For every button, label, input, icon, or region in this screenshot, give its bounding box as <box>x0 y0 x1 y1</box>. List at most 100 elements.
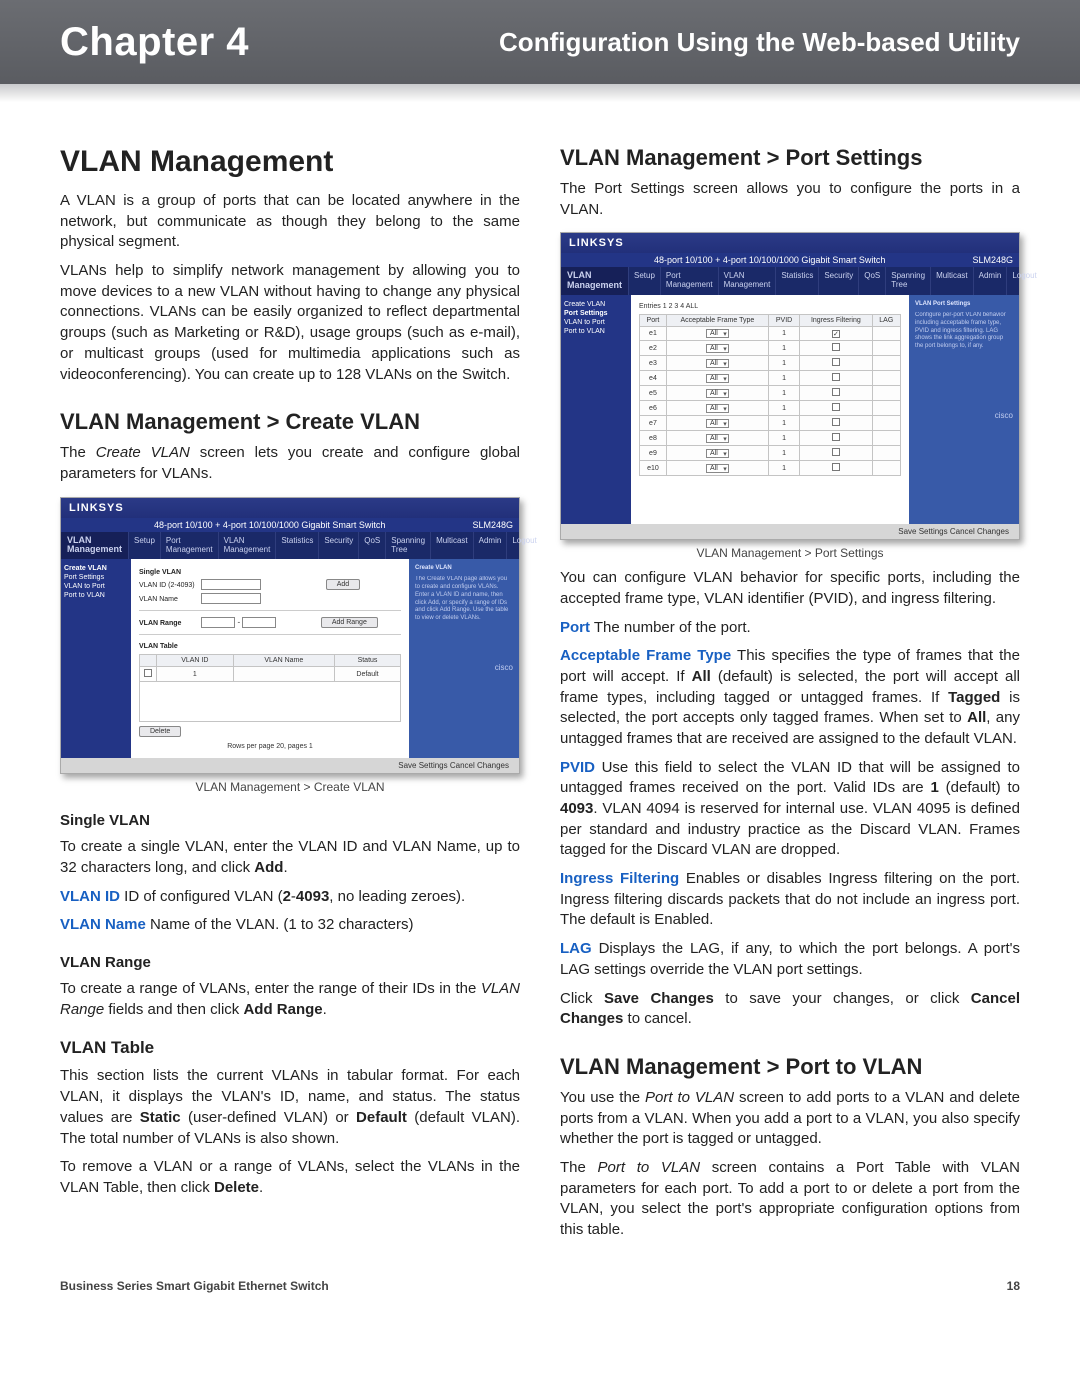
fig1-table-label: VLAN Table <box>139 643 199 650</box>
fig1-vlanid-input[interactable] <box>201 579 261 590</box>
fig1-range-to[interactable] <box>242 617 276 628</box>
fig1-tab[interactable]: Statistics <box>275 532 318 560</box>
fig1-brand: LINKSYS <box>61 498 519 518</box>
para-term-ingress: Ingress Filtering Enables or disables In… <box>560 869 1020 931</box>
fig2-footer[interactable]: Save Settings Cancel Changes <box>561 524 1019 539</box>
fig2-th: LAG <box>872 315 900 327</box>
fig1-device: 48-port 10/100 + 4-port 10/100/1000 Giga… <box>154 520 385 530</box>
fig1-side-item[interactable]: Port to VLAN <box>64 592 128 599</box>
fig2-nav-label: VLAN Management <box>561 267 628 295</box>
fig2-caption: VLAN Management > Port Settings <box>560 546 1020 560</box>
fig1-delete-button[interactable]: Delete <box>139 726 181 737</box>
fig2-tab[interactable]: Port Management <box>660 267 718 295</box>
heading-port-settings: VLAN Management > Port Settings <box>560 145 1020 171</box>
aft-dropdown[interactable]: All <box>706 344 729 353</box>
para-port-behavior: You can configure VLAN behavior for spec… <box>560 568 1020 609</box>
fig2-tab[interactable]: Admin <box>973 267 1007 295</box>
fig2-tab[interactable]: Spanning Tree <box>885 267 930 295</box>
aft-dropdown[interactable]: All <box>706 404 729 413</box>
fig1-addrange-button[interactable]: Add Range <box>321 617 378 628</box>
aft-dropdown[interactable]: All <box>706 449 729 458</box>
para-vlan-table-2: To remove a VLAN or a range of VLANs, se… <box>60 1157 520 1198</box>
fig2-tab[interactable]: Security <box>818 267 858 295</box>
aft-dropdown[interactable]: All <box>706 329 729 338</box>
heading-port-to-vlan: VLAN Management > Port to VLAN <box>560 1054 1020 1080</box>
fig1-vlanname-input[interactable] <box>201 593 261 604</box>
fig1-tab[interactable]: Security <box>318 532 358 560</box>
table-row[interactable]: e10All1 <box>640 461 901 476</box>
table-row[interactable]: e6All1 <box>640 401 901 416</box>
fig1-side-item[interactable]: Create VLAN <box>64 565 128 572</box>
fig1-tab[interactable]: Multicast <box>430 532 473 560</box>
heading-create-vlan: VLAN Management > Create VLAN <box>60 409 520 435</box>
aft-dropdown[interactable]: All <box>706 419 729 428</box>
page-footer: Business Series Smart Gigabit Ethernet S… <box>0 1269 1080 1333</box>
para-p2v-1: You use the Port to VLAN screen to add p… <box>560 1088 1020 1150</box>
ingress-checkbox[interactable] <box>832 463 840 471</box>
heading-vlan-range: VLAN Range <box>60 954 520 971</box>
fig2-tab[interactable]: Logout <box>1006 267 1041 295</box>
fig1-add-button[interactable]: Add <box>326 579 360 590</box>
fig1-caption: VLAN Management > Create VLAN <box>60 780 520 794</box>
ingress-checkbox[interactable] <box>832 373 840 381</box>
table-row[interactable]: e7All1 <box>640 416 901 431</box>
fig2-tab[interactable]: VLAN Management <box>718 267 776 295</box>
footer-product: Business Series Smart Gigabit Ethernet S… <box>60 1279 329 1293</box>
aft-dropdown[interactable]: All <box>706 374 729 383</box>
ingress-checkbox[interactable] <box>832 388 840 396</box>
fig1-tab[interactable]: VLAN Management <box>218 532 276 560</box>
fig2-side-item[interactable]: Create VLAN <box>564 301 628 308</box>
aft-dropdown[interactable]: All <box>706 464 729 473</box>
table-row[interactable]: e9All1 <box>640 446 901 461</box>
ingress-checkbox[interactable] <box>832 330 840 338</box>
fig2-th: PVID <box>768 315 799 327</box>
fig2-side-item[interactable]: Port to VLAN <box>564 328 628 335</box>
ingress-checkbox[interactable] <box>832 433 840 441</box>
fig1-side-item[interactable]: Port Settings <box>64 574 128 581</box>
fig1-row-check[interactable] <box>144 669 152 677</box>
heading-single-vlan: Single VLAN <box>60 812 520 829</box>
table-row[interactable]: 1 Default <box>140 667 401 682</box>
fig1-tab[interactable]: QoS <box>358 532 385 560</box>
table-row[interactable]: e3All1 <box>640 356 901 371</box>
fig1-model: SLM248G <box>472 520 513 530</box>
ingress-checkbox[interactable] <box>832 448 840 456</box>
para-vlan-range: To create a range of VLANs, enter the ra… <box>60 979 520 1020</box>
para-save-cancel: Click Save Changes to save your changes,… <box>560 989 1020 1030</box>
right-column: VLAN Management > Port Settings The Port… <box>560 145 1020 1249</box>
table-row[interactable]: e4All1 <box>640 371 901 386</box>
page-header: Chapter 4 Configuration Using the Web-ba… <box>0 0 1080 90</box>
ingress-checkbox[interactable] <box>832 358 840 366</box>
ingress-checkbox[interactable] <box>832 403 840 411</box>
fig2-side-item[interactable]: Port Settings <box>564 310 628 317</box>
table-row[interactable]: e8All1 <box>640 431 901 446</box>
aft-dropdown[interactable]: All <box>706 389 729 398</box>
fig2-tab[interactable]: Setup <box>628 267 660 295</box>
aft-dropdown[interactable]: All <box>706 434 729 443</box>
fig2-th: Port <box>640 315 667 327</box>
fig1-nav-tabs: Setup Port Management VLAN Management St… <box>128 532 542 560</box>
fig2-tab[interactable]: Multicast <box>930 267 973 295</box>
page-body: VLAN Management A VLAN is a group of por… <box>0 90 1080 1269</box>
fig1-side-item[interactable]: VLAN to Port <box>64 583 128 590</box>
fig1-tab[interactable]: Setup <box>128 532 160 560</box>
fig2-tab[interactable]: QoS <box>858 267 885 295</box>
fig1-single-label: Single VLAN <box>139 569 199 576</box>
fig1-range-from[interactable] <box>201 617 235 628</box>
fig2-tab[interactable]: Statistics <box>775 267 818 295</box>
aft-dropdown[interactable]: All <box>706 359 729 368</box>
fig1-tab[interactable]: Spanning Tree <box>385 532 430 560</box>
fig2-entries[interactable]: Entries 1 2 3 4 ALL <box>639 303 901 310</box>
fig1-footer[interactable]: Save Settings Cancel Changes <box>61 758 519 773</box>
fig1-tab[interactable]: Logout <box>506 532 541 560</box>
table-row[interactable]: e1All1 <box>640 327 901 341</box>
fig1-vlan-table: VLAN ID VLAN Name Status 1 Default <box>139 654 401 722</box>
fig1-tab[interactable]: Admin <box>473 532 507 560</box>
ingress-checkbox[interactable] <box>832 343 840 351</box>
fig1-range-label: VLAN Range <box>139 620 199 627</box>
fig2-side-item[interactable]: VLAN to Port <box>564 319 628 326</box>
table-row[interactable]: e2All1 <box>640 341 901 356</box>
table-row[interactable]: e5All1 <box>640 386 901 401</box>
fig1-tab[interactable]: Port Management <box>160 532 218 560</box>
ingress-checkbox[interactable] <box>832 418 840 426</box>
